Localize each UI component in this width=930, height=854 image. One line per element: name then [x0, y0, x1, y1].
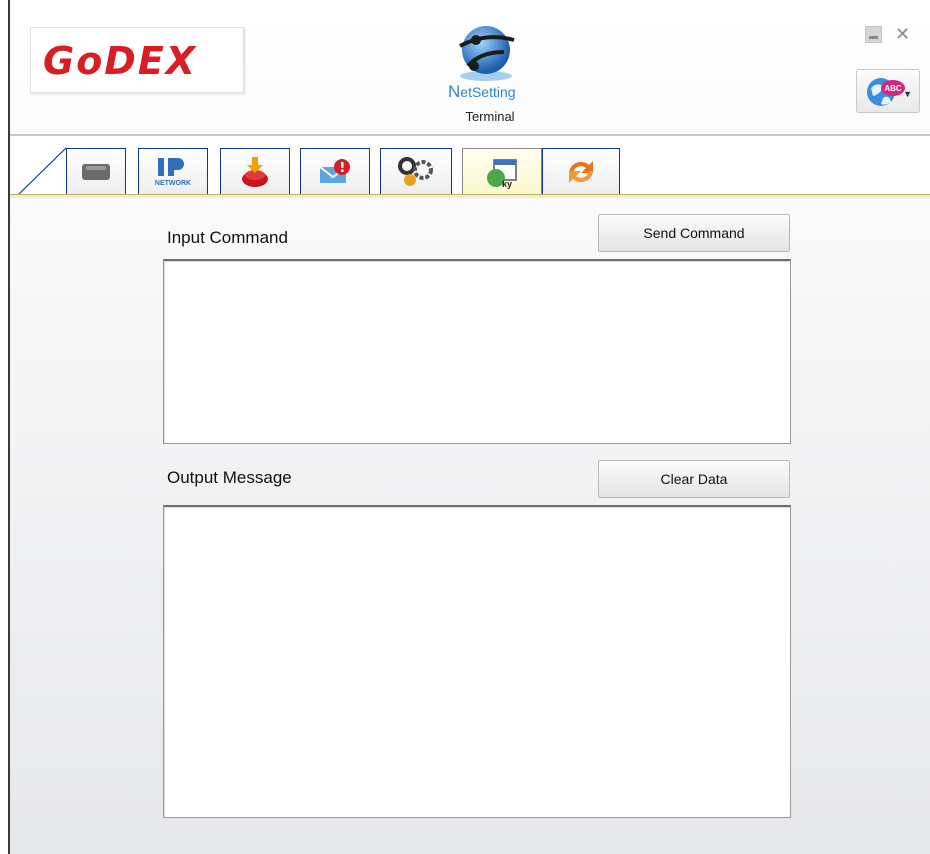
tab-bar: NETWORK ky — [10, 138, 930, 198]
send-command-button[interactable]: Send Command — [598, 214, 790, 252]
tab-refresh[interactable] — [542, 148, 620, 194]
godex-logo: GoDEX — [30, 27, 244, 93]
language-button[interactable]: ABC ▼ — [856, 69, 920, 113]
clear-data-button[interactable]: Clear Data — [598, 460, 790, 498]
close-button[interactable]: ✕ — [894, 25, 911, 43]
alert-mail-icon — [319, 158, 350, 183]
language-globe-icon: ABC — [867, 78, 905, 106]
tab-printer[interactable] — [66, 148, 126, 194]
chevron-down-icon: ▼ — [903, 89, 912, 99]
app-name-rest: etSetting — [460, 84, 516, 100]
logo-text: GoDEX — [43, 39, 198, 83]
app-name-prefix: N — [448, 82, 461, 101]
svg-text:ky: ky — [502, 179, 512, 189]
input-command-field[interactable] — [163, 259, 791, 444]
tab-terminal[interactable]: ky — [462, 148, 542, 198]
output-message-field[interactable] — [163, 505, 791, 818]
ip-network-icon: NETWORK — [155, 157, 191, 187]
terminal-icon: ky — [487, 158, 517, 189]
netsetting-globe-icon — [459, 26, 515, 81]
tab-network-label: NETWORK — [155, 180, 191, 187]
input-command-label: Input Command — [167, 228, 288, 247]
app-header: GoDEX NetSetting Terminal ✕ ABC ▼ — [10, 12, 930, 136]
refresh-icon — [569, 160, 593, 183]
tab-ip-network[interactable]: NETWORK — [138, 148, 208, 194]
tab-alert[interactable] — [300, 148, 370, 194]
printer-icon — [82, 163, 110, 180]
tab-download[interactable] — [220, 148, 290, 194]
tab-settings[interactable] — [380, 148, 452, 194]
output-message-label: Output Message — [167, 468, 292, 487]
view-title: Terminal — [465, 109, 515, 124]
minimize-button[interactable] — [865, 26, 882, 43]
gear-tools-icon — [398, 156, 433, 186]
app-name: NetSetting — [448, 82, 534, 102]
language-icon-text: ABC — [884, 84, 902, 93]
download-icon — [242, 156, 268, 187]
terminal-panel: Input Command Send Command Output Messag… — [10, 198, 930, 854]
